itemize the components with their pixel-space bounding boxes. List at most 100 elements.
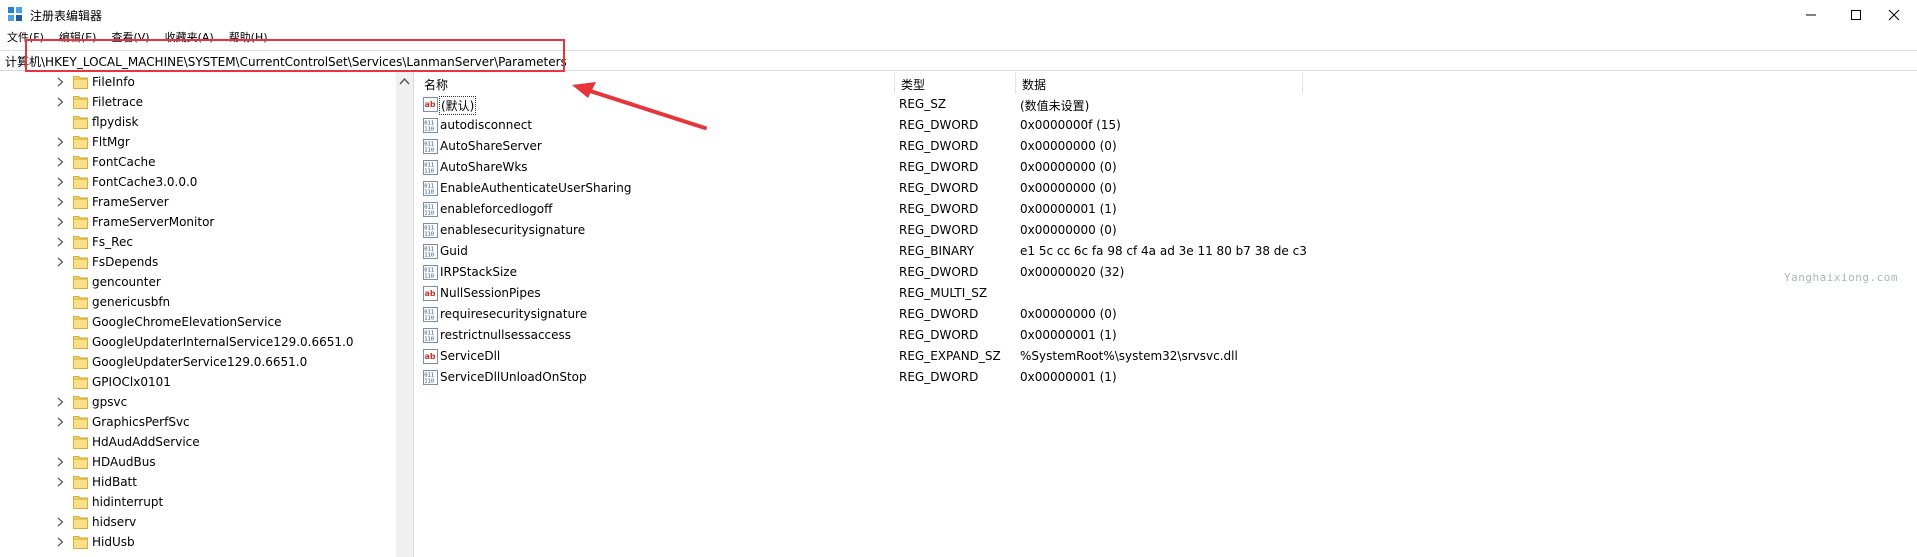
minimize-button[interactable] [1788,0,1834,30]
tree-item[interactable]: Filetrace [0,92,396,112]
value-row[interactable]: 011 110 AutoShareWks REG_DWORD 0x00000000 (0… [418,157,1917,178]
tree-item-label: Fs_Rec [92,235,133,249]
tree-item[interactable]: HidUsb [0,532,396,552]
tree-item-label: FileInfo [92,75,135,89]
chevron-right-icon[interactable] [56,397,65,407]
value-data: e1 5c cc 6c fa 98 cf 4a ad 3e 11 80 b7 3… [1020,244,1307,258]
value-type: REG_MULTI_SZ [899,286,988,300]
value-row[interactable]: 011 110 enableforcedlogoff REG_DWORD 0x00000… [418,199,1917,220]
chevron-right-icon[interactable] [56,257,65,267]
tree-item[interactable]: GPIOClx0101 [0,372,396,392]
value-row[interactable]: 011 110 Guid REG_BINARY e1 5c cc 6c fa 98 cf… [418,241,1917,262]
chevron-right-icon[interactable] [56,417,65,427]
tree-item[interactable]: Fs_Rec [0,232,396,252]
value-data: 0x00000020 (32) [1020,265,1125,279]
chevron-right-icon[interactable] [56,237,65,247]
value-data: (数值未设置) [1020,99,1090,113]
tree-item[interactable]: hidinterrupt [0,492,396,512]
column-header-data[interactable]: 数据 [1016,72,1303,94]
scroll-up-icon[interactable] [398,76,411,86]
tree-item[interactable]: GraphicsPerfSvc [0,412,396,432]
close-button[interactable] [1871,0,1917,30]
folder-icon [73,216,88,229]
folder-icon [73,356,88,369]
chevron-right-icon[interactable] [56,537,65,547]
value-data: 0x00000001 (1) [1020,370,1117,384]
chevron-right-icon[interactable] [56,197,65,207]
tree-scrollbar[interactable] [396,72,413,557]
value-row[interactable]: ab NullSessionPipes REG_MULTI_SZ [418,283,1917,304]
tree-item[interactable]: GoogleUpdaterService129.0.6651.0 [0,352,396,372]
tree-item[interactable]: GoogleUpdaterInternalService129.0.6651.0 [0,332,396,352]
tree-item[interactable]: FontCache [0,152,396,172]
tree-item-label: hidserv [92,515,137,529]
tree-item[interactable]: HdAudAddService [0,432,396,452]
binary-value-icon: 011110 [423,328,438,343]
value-row[interactable]: 011 110 EnableAuthenticateUserSharing REG_D… [418,178,1917,199]
chevron-right-icon[interactable] [56,457,65,467]
tree-item[interactable]: FontCache3.0.0.0 [0,172,396,192]
tree-item[interactable]: gpsvc [0,392,396,412]
value-name: EnableAuthenticateUserSharing [440,181,632,195]
tree-item[interactable]: hidserv [0,512,396,532]
value-data: 0x00000000 (0) [1020,223,1117,237]
tree-item-label: GoogleUpdaterInternalService129.0.6651.0 [92,335,354,349]
value-row[interactable]: 011 110 IRPStackSize REG_DWORD 0x00000020 (3… [418,262,1917,283]
tree-item-label: GPIOClx0101 [92,375,171,389]
value-row[interactable]: 011 110 requiresecuritysignature REG_DWORD 0… [418,304,1917,325]
value-row[interactable]: 011 110 restrictnullsessaccess REG_DWORD 0x0… [418,325,1917,346]
tree-item[interactable]: FsDepends [0,252,396,272]
value-type: REG_DWORD [899,265,979,279]
tree-item-label: gpsvc [92,395,128,409]
tree-item-label: HDAudBus [92,455,156,469]
tree-item-label: hidinterrupt [92,495,164,509]
chevron-right-icon[interactable] [56,157,65,167]
folder-icon [73,276,88,289]
tree-item[interactable]: FileInfo [0,72,396,92]
value-data: 0x0000000f (15) [1020,118,1121,132]
chevron-right-icon[interactable] [56,137,65,147]
column-header-type[interactable]: 类型 [895,72,1016,94]
value-type: REG_DWORD [899,370,979,384]
folder-icon [73,136,88,149]
value-data: 0x00000000 (0) [1020,307,1117,321]
tree-item[interactable]: FltMgr [0,132,396,152]
value-type: REG_DWORD [899,202,979,216]
folder-icon [73,516,88,529]
value-data: 0x00000000 (0) [1020,181,1117,195]
value-row[interactable]: 011 110 enablesecuritysignature REG_DWORD 0x… [418,220,1917,241]
tree-item[interactable]: FrameServerMonitor [0,212,396,232]
value-row[interactable]: ab ServiceDll REG_EXPAND_SZ %SystemRoot%\sy… [418,346,1917,367]
folder-icon [73,76,88,89]
string-value-icon: ab [423,97,438,112]
value-type: REG_DWORD [899,223,979,237]
tree-item[interactable]: HDAudBus [0,452,396,472]
chevron-right-icon[interactable] [56,517,65,527]
title-bar: 注册表编辑器 [0,0,1917,30]
tree-item[interactable]: genericusbfn [0,292,396,312]
close-icon [1888,9,1900,21]
chevron-right-icon[interactable] [56,77,65,87]
value-name: AutoShareWks [440,160,528,174]
value-data: 0x00000001 (1) [1020,202,1117,216]
chevron-right-icon[interactable] [56,177,65,187]
tree-item-label: FontCache [92,155,156,169]
tree-item[interactable]: gencounter [0,272,396,292]
folder-icon [73,476,88,489]
annotation-arrow-icon [572,82,707,130]
tree-item[interactable]: GoogleChromeElevationService [0,312,396,332]
value-name: enablesecuritysignature [440,223,586,237]
tree-item[interactable]: flpydisk [0,112,396,132]
tree-item[interactable]: HidBatt [0,472,396,492]
tree-item[interactable]: FrameServer [0,192,396,212]
value-row[interactable]: 011 110 ServiceDllUnloadOnStop REG_DWORD 0x0… [418,367,1917,388]
chevron-right-icon[interactable] [56,477,65,487]
value-row[interactable]: 011 110 AutoShareServer REG_DWORD 0x00000000… [418,136,1917,157]
binary-value-icon: 011110 [423,223,438,238]
chevron-right-icon[interactable] [56,217,65,227]
value-name: enableforcedlogoff [440,202,553,216]
folder-icon [73,496,88,509]
value-name: ServiceDllUnloadOnStop [440,370,587,384]
chevron-right-icon[interactable] [56,97,65,107]
value-name: IRPStackSize [440,265,517,279]
